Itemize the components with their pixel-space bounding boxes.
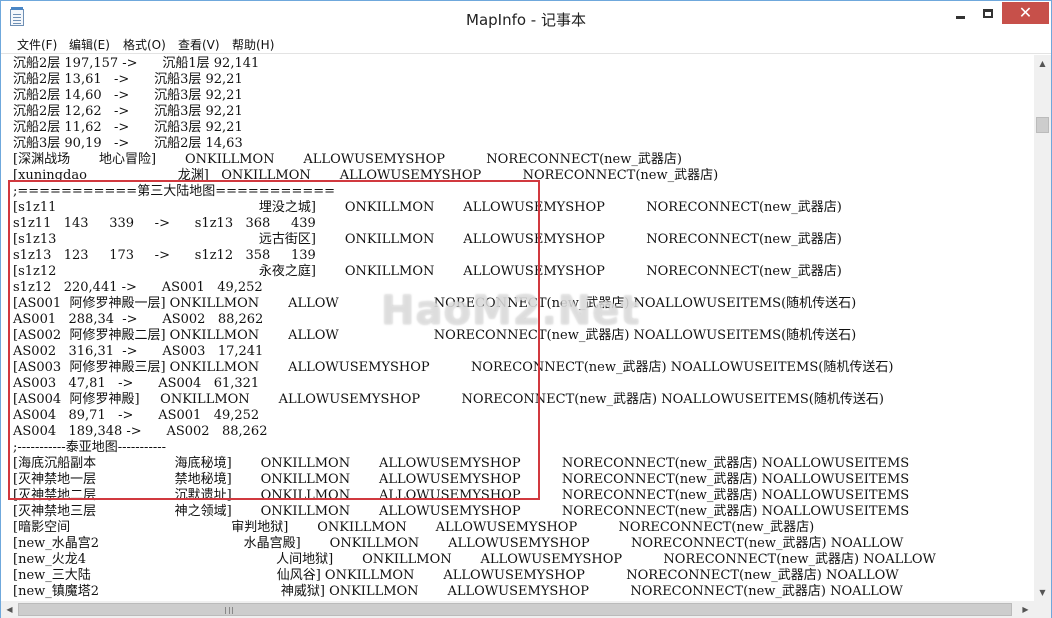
text-line: s1z13 123 173 -> s1z12 358 139 — [13, 248, 316, 263]
text-line: [AS004 阿修罗神殿] ONKILLMON ALLOWUSEMYSHOP N… — [13, 392, 884, 407]
menu-format[interactable]: 格式(O) — [123, 36, 166, 53]
text-line: [new_三大陆 仙风谷] ONKILLMON ALLOWUSEMYSHOP N… — [13, 568, 899, 583]
menu-bar: 文件(F) 编辑(E) 格式(O) 查看(V) 帮助(H) — [1, 34, 1051, 54]
text-line: [AS001 阿修罗神殿一层] ONKILLMON ALLOW NORECONN… — [13, 296, 857, 311]
horizontal-scrollbar[interactable]: ◀ ▶ — [1, 601, 1034, 618]
text-line: [s1z12 永夜之庭] ONKILLMON ALLOWUSEMYSHOP NO… — [13, 264, 842, 279]
text-line: s1z11 143 339 -> s1z13 368 439 — [13, 216, 316, 231]
menu-help[interactable]: 帮助(H) — [232, 36, 274, 53]
text-line: ;===========第三大陆地图=========== — [13, 184, 336, 199]
vertical-scroll-thumb[interactable] — [1036, 117, 1049, 133]
text-line: 沉船3层 90,19 -> 沉船2层 14,63 — [13, 136, 243, 151]
menu-edit[interactable]: 编辑(E) — [69, 36, 110, 53]
text-line: [s1z11 埋没之城] ONKILLMON ALLOWUSEMYSHOP NO… — [13, 200, 842, 215]
text-line: [灭神禁地二层 沉默遗址] ONKILLMON ALLOWUSEMYSHOP N… — [13, 488, 910, 503]
text-line: AS001 288,34 -> AS002 88,262 — [13, 312, 264, 327]
text-line: [深渊战场 地心冒险] ONKILLMON ALLOWUSEMYSHOP NOR… — [13, 152, 682, 167]
text-line: AS004 89,71 -> AS001 49,252 — [13, 408, 260, 423]
minimize-button[interactable] — [946, 2, 974, 24]
text-line: [new_火龙4 人间地狱] ONKILLMON ALLOWUSEMYSHOP … — [13, 552, 936, 567]
text-line: [AS003 阿修罗神殿三层] ONKILLMON ALLOWUSEMYSHOP… — [13, 360, 894, 375]
window-title: MapInfo - 记事本 — [466, 11, 586, 29]
close-button[interactable]: ✕ — [1002, 2, 1049, 24]
title-bar[interactable]: MapInfo - 记事本 ✕ — [1, 1, 1051, 34]
horizontal-scroll-thumb[interactable] — [18, 603, 1012, 616]
text-line: [海底沉船副本 海底秘境] ONKILLMON ALLOWUSEMYSHOP N… — [13, 456, 910, 471]
scroll-grip-icon — [225, 607, 233, 614]
text-line: [s1z13 远古街区] ONKILLMON ALLOWUSEMYSHOP NO… — [13, 232, 842, 247]
text-line: s1z12 220,441 -> AS001 49,252 — [13, 280, 263, 295]
notepad-window: MapInfo - 记事本 ✕ 文件(F) 编辑(E) 格式(O) 查看(V) … — [0, 0, 1052, 618]
scroll-up-arrow-icon[interactable]: ▲ — [1034, 55, 1051, 72]
text-line: AS004 189,348 -> AS002 88,262 — [13, 424, 268, 439]
text-line: [灭神禁地一层 禁地秘境] ONKILLMON ALLOWUSEMYSHOP N… — [13, 472, 910, 487]
scrollbar-corner — [1034, 601, 1051, 618]
scroll-right-arrow-icon[interactable]: ▶ — [1017, 601, 1034, 618]
maximize-button[interactable] — [974, 2, 1002, 24]
menu-file[interactable]: 文件(F) — [17, 36, 57, 53]
text-editor-area[interactable]: 沉船2层 197,157 -> 沉船1层 92,141 沉船2层 13,61 ->… — [1, 55, 1034, 601]
scroll-left-arrow-icon[interactable]: ◀ — [1, 601, 18, 618]
text-line: 沉船2层 13,61 -> 沉船3层 92,21 — [13, 72, 243, 87]
text-line: [new_镇魔塔2 神威狱] ONKILLMON ALLOWUSEMYSHOP … — [13, 584, 903, 599]
text-line: [new_水晶宫2 水晶宫殿] ONKILLMON ALLOWUSEMYSHOP… — [13, 536, 904, 551]
maximize-icon — [983, 8, 993, 18]
text-line: AS003 47,81 -> AS004 61,321 — [13, 376, 260, 391]
scroll-down-arrow-icon[interactable]: ▼ — [1034, 584, 1051, 601]
text-line: 沉船2层 12,62 -> 沉船3层 92,21 — [13, 104, 243, 119]
text-line: 沉船2层 11,62 -> 沉船3层 92,21 — [13, 120, 243, 135]
text-line: [AS002 阿修罗神殿二层] ONKILLMON ALLOW NORECONN… — [13, 328, 857, 343]
menu-view[interactable]: 查看(V) — [178, 36, 220, 53]
text-line: [xuningdao 龙渊] ONKILLMON ALLOWUSEMYSHOP … — [13, 168, 719, 183]
text-line: 沉船2层 14,60 -> 沉船3层 92,21 — [13, 88, 243, 103]
text-line: 沉船2层 197,157 -> 沉船1层 92,141 — [13, 56, 260, 71]
text-line: AS002 316,31 -> AS003 17,241 — [13, 344, 264, 359]
text-line: [灭神禁地三层 神之领域] ONKILLMON ALLOWUSEMYSHOP N… — [13, 504, 910, 519]
minimize-icon — [955, 15, 965, 19]
text-line: [暗影空间 审判地狱] ONKILLMON ALLOWUSEMYSHOP NOR… — [13, 520, 815, 535]
vertical-scrollbar[interactable]: ▲ ▼ — [1034, 55, 1051, 601]
close-icon: ✕ — [1018, 3, 1033, 22]
text-line: ;-----------泰亚地图----------- — [13, 440, 167, 455]
